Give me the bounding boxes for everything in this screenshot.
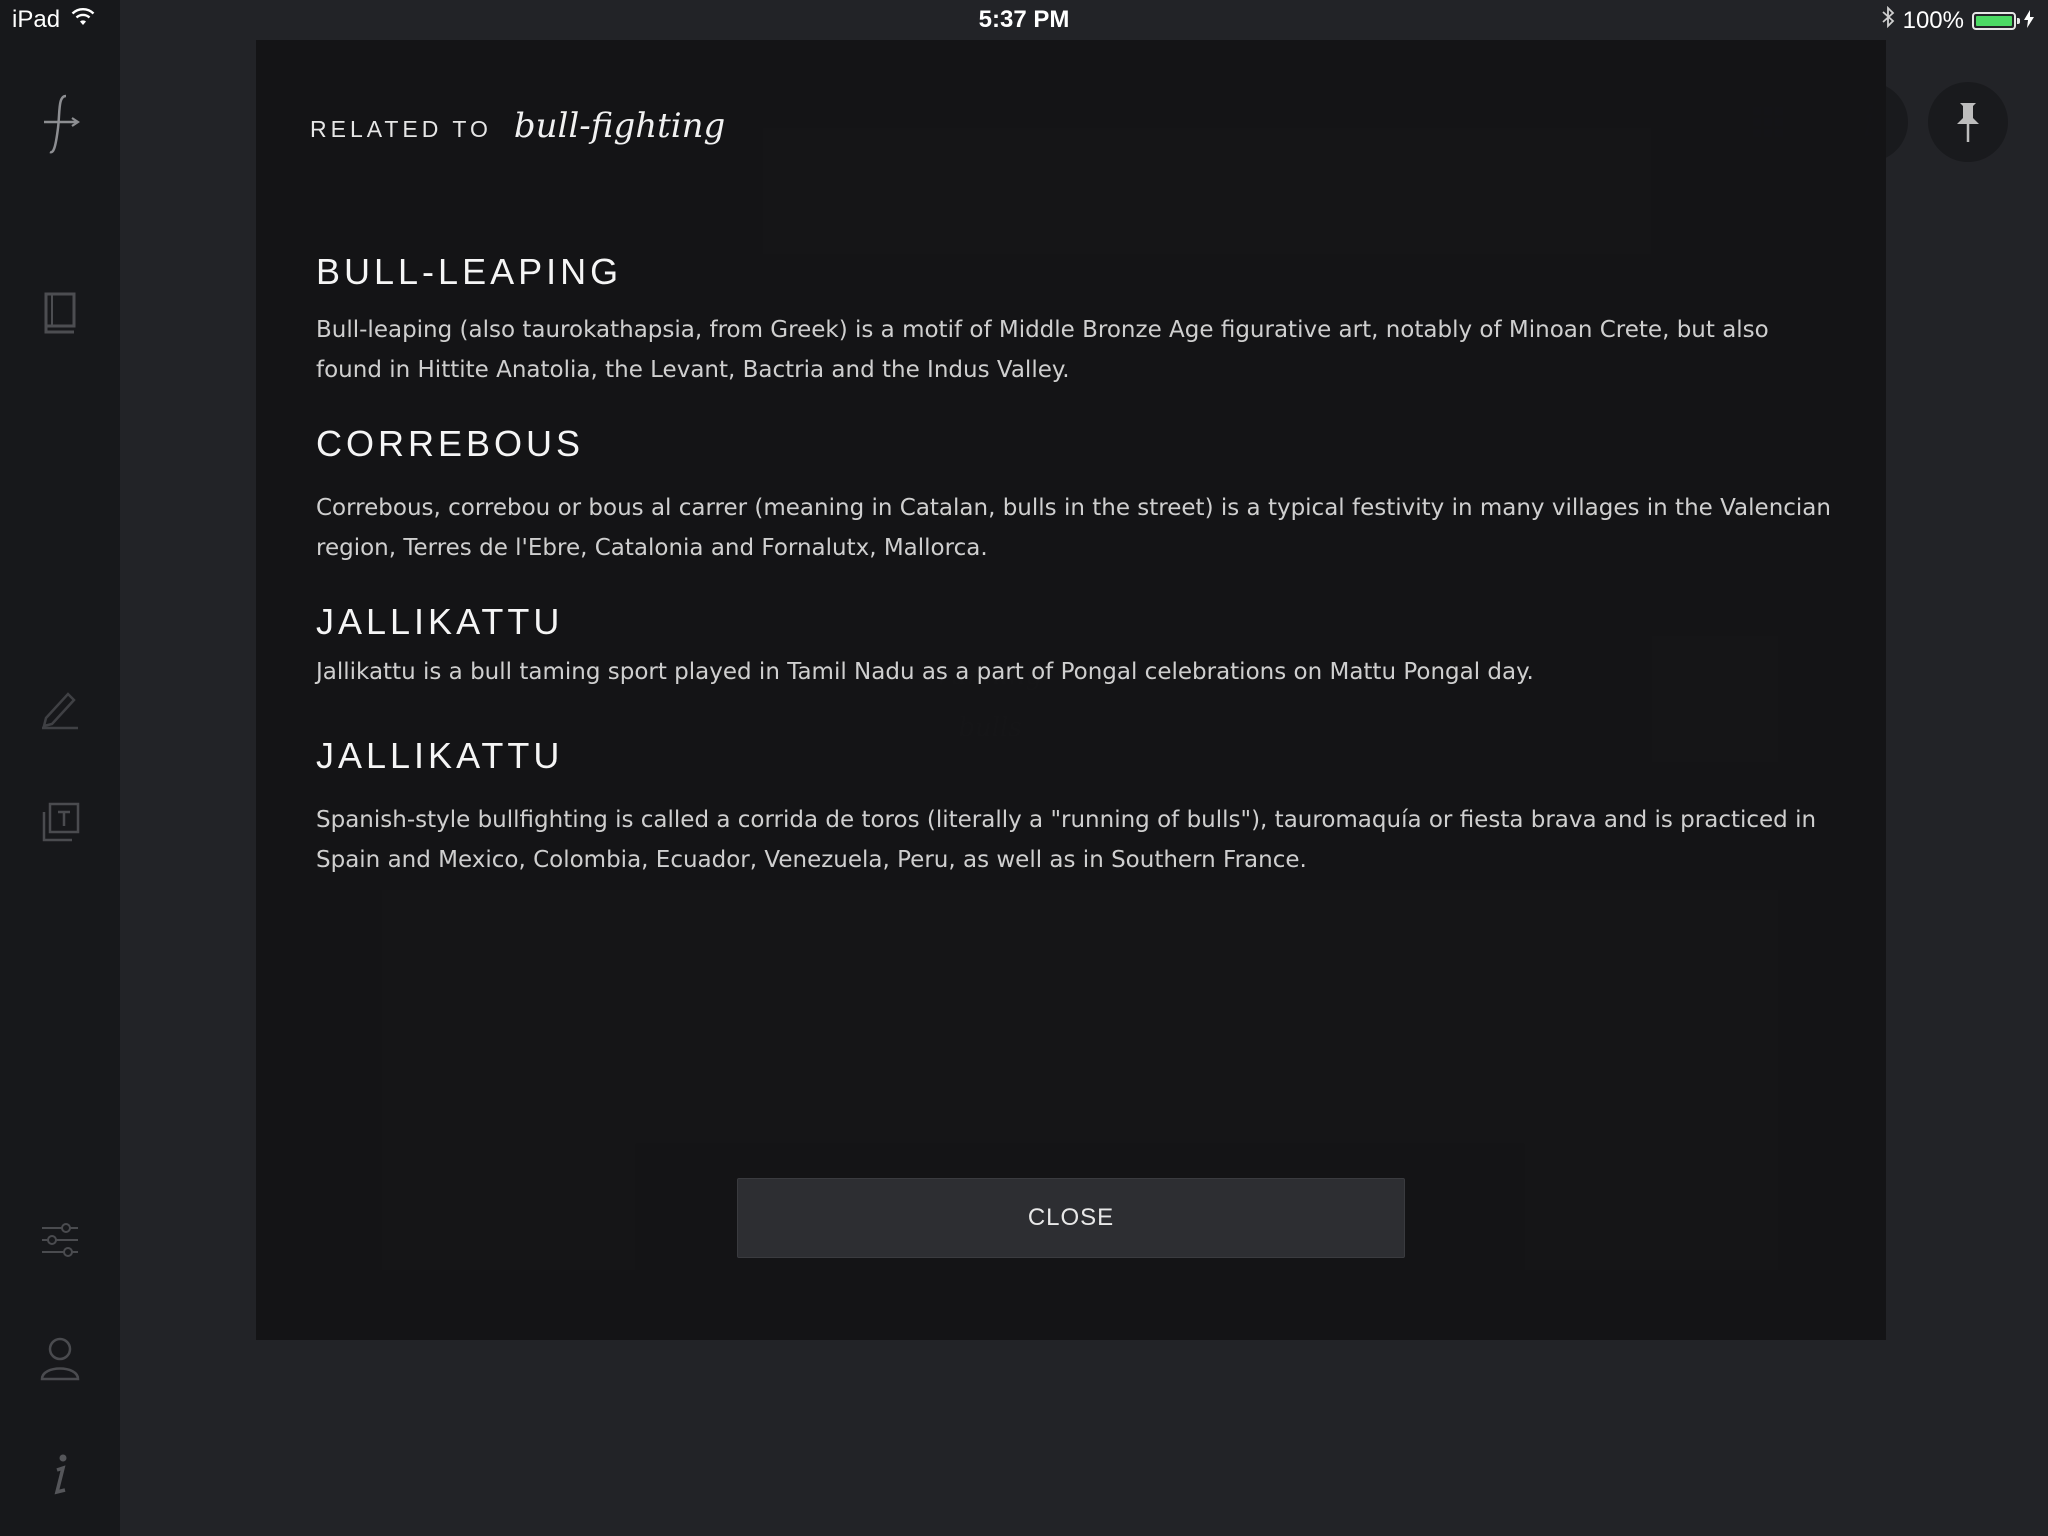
pen-icon[interactable] (36, 684, 84, 732)
entry-title: CORREBOUS (316, 423, 585, 464)
entry-body: Correbous, correbou or bous al carrer (m… (316, 495, 1831, 561)
clock: 5:37 PM (978, 6, 1070, 33)
entry-title: JALLIKATTU (316, 735, 564, 776)
entry-title: BULL-LEAPING (316, 251, 623, 292)
entry-body: Jallikattu is a bull taming sport played… (316, 659, 1534, 685)
entry-body: Bull-leaping (also taurokathapsia, from … (316, 317, 1769, 383)
logo-icon[interactable] (36, 94, 84, 154)
related-heading: RELATED TO bull-fighting (310, 106, 725, 146)
sidebar (0, 0, 120, 1536)
related-entry[interactable]: JALLIKATTU Spanish-style bullfighting is… (316, 734, 1836, 880)
charging-icon (2024, 7, 2034, 35)
bluetooth-icon (1881, 5, 1895, 35)
related-entry[interactable]: BULL-LEAPING Bull-leaping (also taurokat… (316, 250, 1836, 390)
user-icon[interactable] (36, 1334, 84, 1382)
close-button[interactable]: CLOSE (737, 1178, 1405, 1258)
related-entry[interactable]: CORREBOUS Correbous, correbou or bous al… (316, 422, 1836, 568)
pinned-stack-icon[interactable] (36, 800, 84, 848)
book-icon[interactable] (36, 288, 84, 336)
battery-level (1976, 15, 2012, 26)
related-entries: BULL-LEAPING Bull-leaping (also taurokat… (316, 250, 1836, 880)
status-right: 100% (1881, 5, 2034, 35)
battery-icon (1972, 11, 2020, 30)
status-bar: iPad 5:37 PM 100% (0, 0, 2048, 40)
entry-body: Spanish-style bullfighting is called a c… (316, 807, 1817, 873)
battery-percent: 100% (1902, 6, 1964, 34)
pin-icon[interactable] (1928, 82, 2008, 162)
related-entry[interactable]: JALLIKATTU Jallikattu is a bull taming s… (316, 600, 1836, 692)
info-icon[interactable] (36, 1452, 84, 1500)
sliders-icon[interactable] (36, 1216, 84, 1264)
entry-title: JALLIKATTU (316, 601, 564, 642)
related-label: RELATED TO (310, 116, 492, 142)
related-term: bull-fighting (513, 106, 726, 146)
screen: iPad 5:37 PM 100% RELATED TO bull-fighti… (0, 0, 2048, 1536)
related-modal: RELATED TO bull-fighting BULL-LEAPING Bu… (256, 40, 1886, 1340)
